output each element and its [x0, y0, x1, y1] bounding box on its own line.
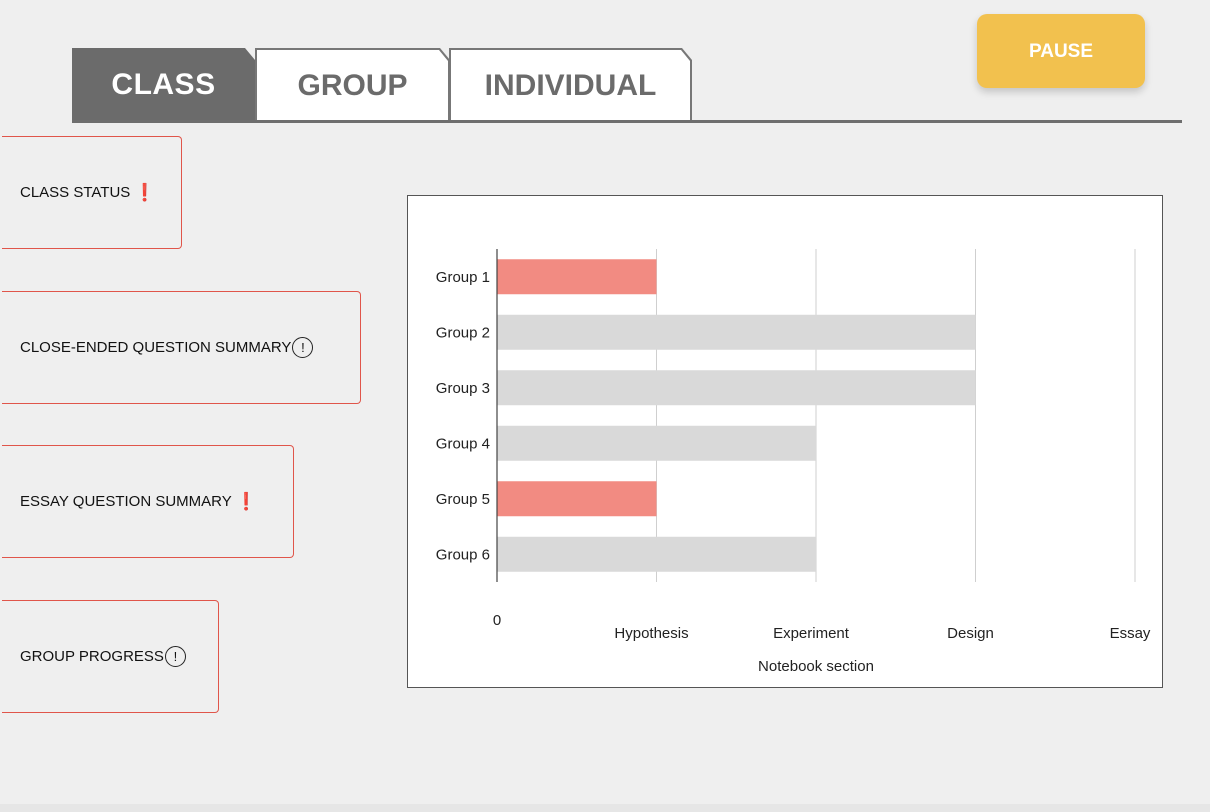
bar: [497, 370, 976, 406]
exclamation-icon: ❗: [134, 182, 156, 202]
pause-button[interactable]: PAUSE: [977, 14, 1145, 88]
bar: [497, 259, 657, 295]
chart-svg: Group 1 Group 2 Group 3 Group 4 Group 5 Group…: [436, 249, 1151, 675]
group-progress-panel[interactable]: GROUP PROGRESS !: [2, 600, 219, 713]
bottom-shade: [0, 804, 1210, 812]
group-progress-label: GROUP PROGRESS: [20, 648, 164, 665]
close-ended-summary-label: CLOSE-ENDED QUESTION SUMMARY: [20, 339, 292, 356]
bar: [497, 536, 816, 572]
circled-exclamation-icon: !: [164, 646, 186, 667]
x-axis-title: Notebook section: [758, 658, 874, 675]
y-tick-label: Group 4: [436, 435, 490, 452]
y-tick-label: Group 6: [436, 546, 490, 563]
tab-class[interactable]: CLASS: [72, 48, 255, 122]
x-tick-label: Hypothesis: [614, 625, 688, 642]
y-tick-label: Group 2: [436, 324, 490, 341]
close-ended-summary-panel[interactable]: CLOSE-ENDED QUESTION SUMMARY !: [2, 291, 361, 404]
tab-group-label: GROUP: [257, 50, 448, 122]
bar: [497, 425, 816, 461]
x-tick-label: Experiment: [773, 625, 850, 642]
tab-individual-label: INDIVIDUAL: [451, 50, 690, 122]
x-tick-label: Essay: [1110, 625, 1151, 642]
class-status-label: CLASS STATUS: [20, 184, 131, 201]
tab-individual[interactable]: INDIVIDUAL: [449, 48, 692, 122]
tab-divider: [72, 120, 1182, 123]
group-progress-chart: Group 1 Group 2 Group 3 Group 4 Group 5 Group…: [407, 195, 1163, 688]
circled-exclamation-icon: !: [292, 337, 314, 358]
essay-summary-panel[interactable]: ESSAY QUESTION SUMMARY ❗: [2, 445, 294, 558]
y-tick-label: Group 3: [436, 380, 490, 397]
x-tick-label: 0: [493, 612, 501, 629]
exclamation-icon: ❗: [235, 491, 257, 511]
essay-summary-label: ESSAY QUESTION SUMMARY: [20, 493, 232, 510]
y-tick-label: Group 1: [436, 269, 490, 286]
bar: [497, 481, 657, 517]
class-status-panel[interactable]: CLASS STATUS ❗: [2, 136, 182, 249]
bar: [497, 314, 976, 350]
y-tick-label: Group 5: [436, 491, 490, 508]
x-tick-label: Design: [947, 625, 994, 642]
tab-group[interactable]: GROUP: [255, 48, 450, 122]
